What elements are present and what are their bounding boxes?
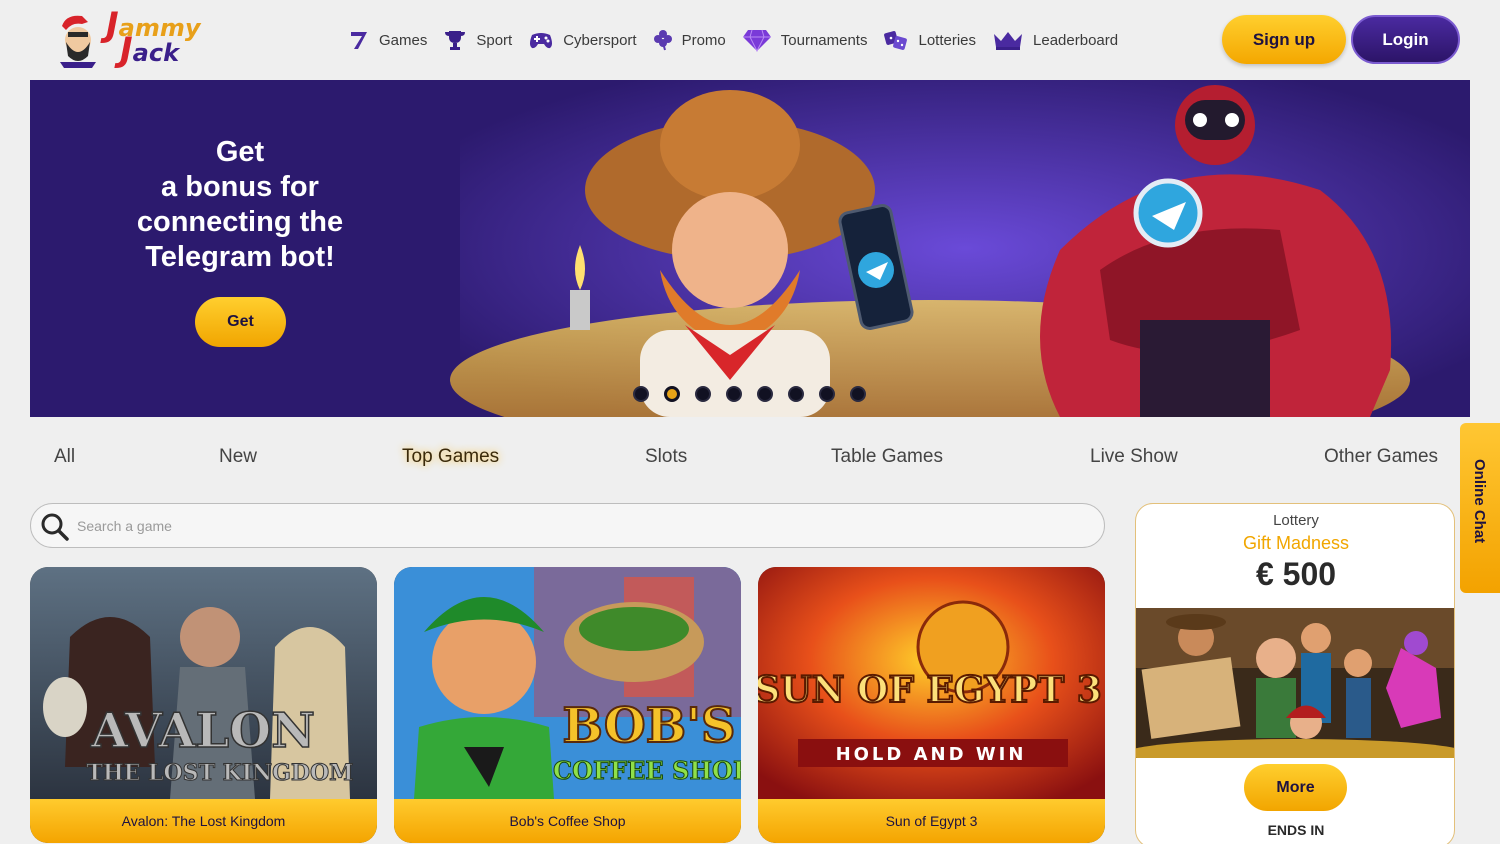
nav-promo[interactable]: Promo xyxy=(653,29,726,51)
nav-cybersport[interactable]: Cybersport xyxy=(528,29,637,51)
game-thumbnail: AVALON THE LOST KINGDOM xyxy=(30,567,377,799)
carousel-dot[interactable] xyxy=(819,386,835,402)
game-art-title: SUN OF EGYPT 3 xyxy=(758,669,1102,711)
game-art-title: AVALON xyxy=(90,703,315,759)
game-category-tabs: All New Top Games Slots Table Games Live… xyxy=(30,440,1460,476)
game-search-bar[interactable] xyxy=(30,503,1105,548)
gamepad-icon xyxy=(530,33,553,49)
game-card-bobs-coffee-shop[interactable]: BOB'S COFFEE SHOP Bob's Coffee Shop xyxy=(394,567,741,843)
game-card-sun-of-egypt-3[interactable]: SUN OF EGYPT 3 HOLD AND WIN Sun of Egypt… xyxy=(758,567,1105,843)
banner-get-button[interactable]: Get xyxy=(195,297,286,347)
nav-lotteries-label: Lotteries xyxy=(918,31,977,49)
carousel-dot[interactable] xyxy=(633,386,649,402)
lottery-widget: Lottery Gift Madness € 500 More ENDS IN xyxy=(1135,503,1455,844)
trophy-icon xyxy=(445,31,466,50)
game-title: Sun of Egypt 3 xyxy=(758,799,1105,843)
clover-icon xyxy=(653,30,672,51)
game-title: Avalon: The Lost Kingdom xyxy=(30,799,377,843)
game-art-subtitle: HOLD AND WIN xyxy=(836,744,1027,765)
site-header: Jammy Jack Games Sport Cybersport Promo … xyxy=(0,0,1500,80)
nav-games-label: Games xyxy=(379,31,428,49)
carousel-dot[interactable] xyxy=(695,386,711,402)
main-nav: Games Sport Cybersport Promo Tournaments… xyxy=(348,26,1118,54)
carousel-dot[interactable] xyxy=(788,386,804,402)
carousel-dot[interactable] xyxy=(726,386,742,402)
nav-tournaments[interactable]: Tournaments xyxy=(742,28,868,52)
game-card-avalon[interactable]: AVALON THE LOST KINGDOM Avalon: The Lost… xyxy=(30,567,377,843)
nav-sport-label: Sport xyxy=(476,31,513,49)
nav-games[interactable]: Games xyxy=(348,29,427,51)
logo-wordmark: Jammy Jack xyxy=(106,5,201,70)
game-thumbnail: BOB'S COFFEE SHOP xyxy=(394,567,741,799)
dice-icon xyxy=(884,31,908,50)
carousel-dot[interactable] xyxy=(850,386,866,402)
sign-up-button[interactable]: Sign up xyxy=(1222,15,1346,64)
search-icon xyxy=(41,513,69,541)
carousel-dot-active[interactable] xyxy=(664,386,680,402)
diamond-icon xyxy=(742,29,771,52)
jack-mascot-icon xyxy=(60,15,96,68)
jammy-jack-logo[interactable]: Jammy Jack xyxy=(52,5,222,70)
carousel-dot[interactable] xyxy=(757,386,773,402)
tab-slots[interactable]: Slots xyxy=(645,446,687,468)
tab-live-show[interactable]: Live Show xyxy=(1090,446,1178,468)
online-chat-button[interactable]: Online Chat xyxy=(1460,423,1500,593)
promo-banner[interactable]: Get a bonus for connecting the Telegram … xyxy=(30,80,1470,417)
tab-all[interactable]: All xyxy=(54,446,75,468)
login-button[interactable]: Login xyxy=(1351,15,1460,64)
lottery-name[interactable]: Gift Madness xyxy=(1136,533,1454,554)
nav-tournaments-label: Tournaments xyxy=(780,31,868,49)
tab-top-games[interactable]: Top Games xyxy=(402,446,499,468)
game-art-subtitle: COFFEE SHOP xyxy=(553,756,741,785)
tab-new[interactable]: New xyxy=(219,446,257,468)
game-thumbnail: SUN OF EGYPT 3 HOLD AND WIN xyxy=(758,567,1105,799)
tab-table-games[interactable]: Table Games xyxy=(831,446,943,468)
nav-sport[interactable]: Sport xyxy=(443,28,512,52)
banner-carousel-dots xyxy=(633,386,866,402)
search-input[interactable] xyxy=(77,512,1077,540)
lottery-ends-in-label: ENDS IN xyxy=(1267,822,1325,838)
crown-icon xyxy=(994,32,1023,50)
banner-headline: Get a bonus for connecting the Telegram … xyxy=(136,136,344,273)
seven-icon xyxy=(351,32,367,49)
lottery-more-button[interactable]: More xyxy=(1244,764,1347,811)
tab-other-games[interactable]: Other Games xyxy=(1324,446,1438,468)
game-art-title: BOB'S xyxy=(562,698,735,754)
game-title: Bob's Coffee Shop xyxy=(394,799,741,843)
nav-cybersport-label: Cybersport xyxy=(563,31,637,49)
nav-leaderboard[interactable]: Leaderboard xyxy=(992,29,1118,51)
nav-leaderboard-label: Leaderboard xyxy=(1033,31,1119,49)
nav-lotteries[interactable]: Lotteries xyxy=(883,29,976,51)
game-art-subtitle: THE LOST KINGDOM xyxy=(86,760,353,786)
online-chat-label: Online Chat xyxy=(1471,459,1488,544)
lottery-category: Lottery xyxy=(1273,512,1319,529)
nav-promo-label: Promo xyxy=(681,31,726,49)
lottery-prize-amount: € 500 xyxy=(1255,556,1337,592)
lottery-illustration xyxy=(1136,608,1454,758)
